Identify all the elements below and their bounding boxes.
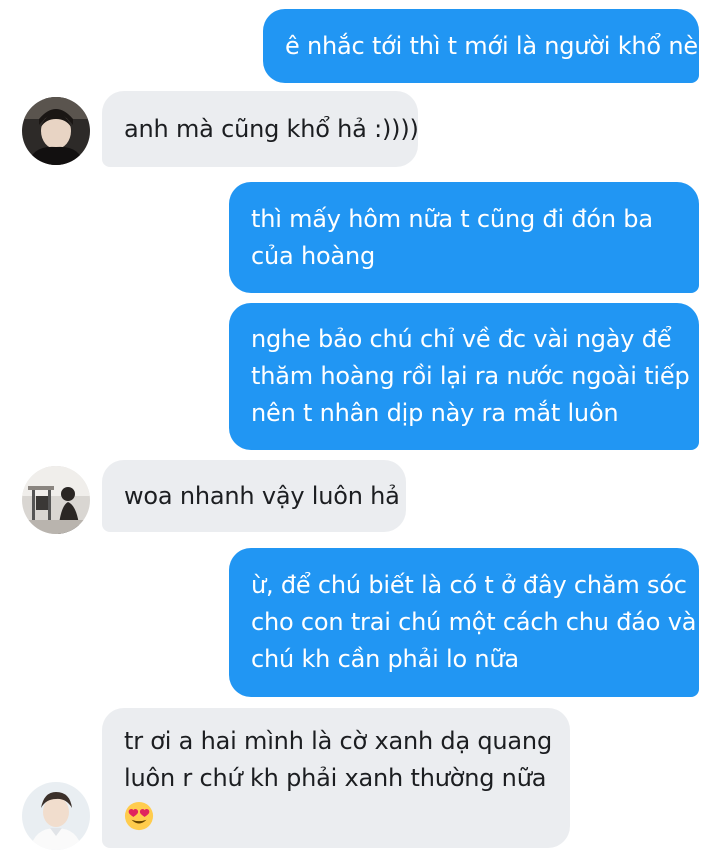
message-bubble-outgoing[interactable]: ừ, để chú biết là có t ở đây chăm sóc ch…: [229, 548, 699, 697]
message-bubble-incoming[interactable]: woa nhanh vậy luôn hả: [102, 460, 406, 532]
white-shirt-avatar-icon: [22, 782, 90, 850]
message-bubble-incoming[interactable]: tr ơi a hai mình là cờ xanh dạ quang luô…: [102, 708, 570, 848]
message-text: chú kh cần phải lo nữa: [251, 645, 519, 673]
avatar[interactable]: [22, 97, 90, 165]
room-photo-avatar-icon: [22, 466, 90, 534]
heart-eyes-emoji-icon: [124, 801, 154, 830]
message-bubble-outgoing[interactable]: thì mấy hôm nữa t cũng đi đón ba của hoà…: [229, 182, 699, 293]
avatar[interactable]: [22, 782, 90, 850]
message-bubble-incoming[interactable]: anh mà cũng khổ hả :)))): [102, 91, 419, 167]
message-emoji-line: [124, 797, 548, 834]
message-text: nghe bảo chú chỉ về đc vài ngày để: [251, 325, 672, 353]
message-text: thì mấy hôm nữa t cũng đi đón ba: [251, 204, 653, 233]
message-text: của hoàng: [251, 241, 375, 270]
message-text: luôn r chứ kh phải xanh thường nữa: [124, 763, 547, 792]
message-text: ê nhắc tới thì t mới là người khổ nè: [285, 31, 698, 60]
message-text: anh mà cũng khổ hả :)))): [124, 114, 419, 143]
message-text: woa nhanh vậy luôn hả: [124, 481, 400, 510]
dark-hoodie-avatar-icon: [22, 97, 90, 165]
message-text: nên t nhân dịp này ra mắt luôn: [251, 399, 619, 427]
message-bubble-outgoing[interactable]: ê nhắc tới thì t mới là người khổ nè: [263, 9, 699, 83]
message-text: ừ, để chú biết là có t ở đây chăm sóc: [251, 571, 687, 599]
message-bubble-outgoing[interactable]: nghe bảo chú chỉ về đc vài ngày để thăm …: [229, 303, 699, 450]
message-text: cho con trai chú một cách chu đáo và: [251, 608, 697, 636]
avatar[interactable]: [22, 466, 90, 534]
message-text: tr ơi a hai mình là cờ xanh dạ quang: [124, 726, 552, 755]
message-text: thăm hoàng rồi lại ra nước ngoài tiếp: [251, 362, 690, 390]
